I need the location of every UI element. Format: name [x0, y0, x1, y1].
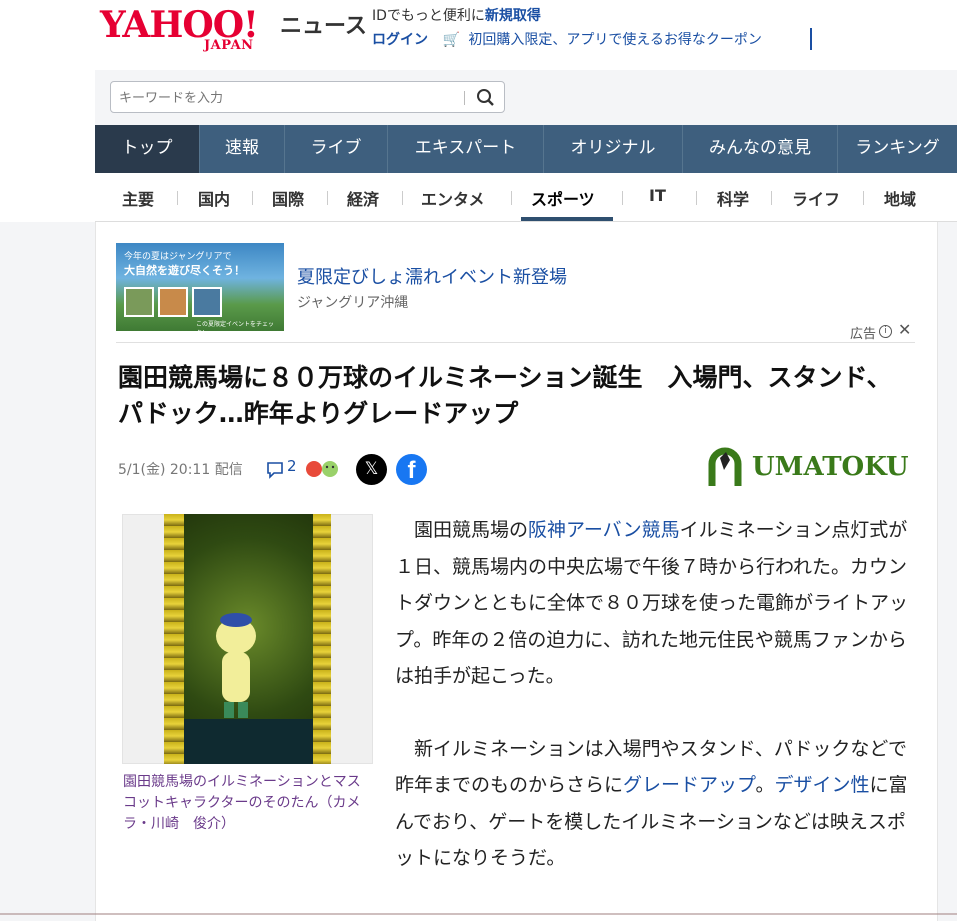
- cat-divider: [696, 191, 697, 205]
- search-bar-area: [95, 70, 957, 125]
- site-header: YAHOO! JAPAN ニュース IDでもっと便利に新規取得 ログイン 🛒 初…: [0, 0, 957, 70]
- ad-label: 広告: [850, 327, 877, 342]
- search-icon: [477, 89, 494, 106]
- search-input[interactable]: [117, 86, 461, 110]
- ad-image-text-1: 今年の夏はジャングリアで: [124, 252, 232, 262]
- main-nav: トップ 速報 ライブ エキスパート オリジナル みんなの意見 ランキング: [95, 125, 957, 173]
- reaction-icons[interactable]: [304, 457, 344, 481]
- category-nav: 主要 国内 国際 経済 エンタメ スポーツ IT 科学 ライフ 地域: [95, 173, 957, 222]
- active-tab-underline: [521, 217, 613, 221]
- ad-sponsor: ジャングリア沖縄: [297, 295, 409, 311]
- ad-photo-thumb: [158, 287, 188, 317]
- cat-divider: [252, 191, 253, 205]
- nav-expert[interactable]: エキスパート: [388, 125, 544, 173]
- illumination-right: [313, 514, 331, 764]
- ad-photo-thumb: [124, 287, 154, 317]
- news-service-name[interactable]: ニュース: [280, 8, 367, 40]
- ad-image-text-2: 大自然を遊び尽くそう！: [124, 264, 245, 277]
- cat-science[interactable]: 科学: [717, 186, 749, 210]
- cat-divider: [511, 191, 512, 205]
- search-button[interactable]: [471, 84, 501, 110]
- cart-icon: 🛒: [442, 32, 460, 48]
- horseshoe-icon: [708, 447, 742, 486]
- ad-title-link[interactable]: 夏限定びしょ濡れイベント新登場: [297, 263, 567, 289]
- source-logo[interactable]: UMATOKU: [702, 446, 917, 492]
- login-line: ログイン 🛒 初回購入限定、アプリで使えるお得なクーポン: [372, 29, 762, 49]
- nav-ranking[interactable]: ランキング: [838, 125, 957, 173]
- paragraph-2: 新イルミネーションは入場門やスタンド、パドックなどで昨年までのものからさらにグレ…: [395, 731, 917, 877]
- paragraph-1: 園田競馬場の阪神アーバン競馬イルミネーション点灯式が１日、競馬場内の中央広場で午…: [395, 512, 917, 695]
- login-link[interactable]: ログイン: [372, 32, 428, 48]
- article-photo[interactable]: [164, 514, 331, 764]
- comment-icon[interactable]: [265, 457, 287, 481]
- info-icon[interactable]: i: [879, 325, 892, 338]
- illumination-left: [164, 514, 184, 764]
- nav-live[interactable]: ライブ: [285, 125, 388, 173]
- nav-breaking[interactable]: 速報: [200, 125, 285, 173]
- photo-caption[interactable]: 園田競馬場のイルミネーションとマスコットキャラクターのそのたん（カメラ・川崎 俊…: [123, 772, 373, 835]
- text-run: イルミネーション点灯式が１日、競馬場内の中央広場で午後７時から行われた。カウント…: [395, 519, 909, 687]
- register-link[interactable]: 新規取得: [485, 8, 541, 24]
- window-edge: [0, 913, 957, 915]
- ad-divider: [116, 342, 915, 343]
- facebook-share-icon[interactable]: f: [396, 454, 427, 485]
- cat-international[interactable]: 国際: [272, 186, 304, 210]
- ad-image[interactable]: 今年の夏はジャングリアで 大自然を遊び尽くそう！ この夏限定イベントをチェック！: [116, 243, 284, 331]
- cat-divider: [327, 191, 328, 205]
- cat-divider: [177, 191, 178, 205]
- cat-main[interactable]: 主要: [122, 186, 154, 210]
- cat-domestic[interactable]: 国内: [198, 186, 230, 210]
- text-run: 。: [755, 774, 775, 796]
- left-gutter: [0, 222, 95, 921]
- nav-top[interactable]: トップ: [95, 125, 200, 173]
- publish-date: 5/1(金) 20:11 配信: [118, 462, 243, 478]
- cat-region[interactable]: 地域: [884, 186, 916, 210]
- cat-sports[interactable]: スポーツ: [531, 186, 595, 210]
- comment-count[interactable]: 2: [287, 457, 297, 475]
- article-body: 園田競馬場の阪神アーバン競馬イルミネーション点灯式が１日、競馬場内の中央広場で午…: [395, 512, 917, 913]
- id-promo: IDでもっと便利に新規取得: [372, 5, 541, 25]
- ad-image-footer: この夏限定イベントをチェック！: [196, 321, 275, 331]
- nav-original[interactable]: オリジナル: [544, 125, 683, 173]
- x-share-icon[interactable]: 𝕏: [356, 454, 387, 485]
- keyword-link[interactable]: グレードアップ: [623, 774, 755, 796]
- coupon-link[interactable]: 初回購入限定、アプリで使えるお得なクーポン: [468, 32, 762, 48]
- article-title: 園田競馬場に８０万球のイルミネーション誕生 入場門、スタンド、パドック…昨年より…: [118, 363, 892, 428]
- keyword-link[interactable]: デザイン性: [774, 774, 869, 796]
- search-box: [110, 81, 505, 113]
- right-gutter: [938, 222, 957, 921]
- cat-life[interactable]: ライフ: [792, 186, 840, 210]
- ad-photo-thumb: [192, 287, 222, 317]
- id-promo-text: IDでもっと便利に: [372, 8, 485, 24]
- cat-divider: [771, 191, 772, 205]
- yahoo-japan-logo[interactable]: YAHOO! JAPAN: [100, 4, 272, 53]
- cat-divider: [402, 191, 403, 205]
- source-name: UMATOKU: [752, 452, 909, 482]
- cat-economy[interactable]: 経済: [347, 186, 379, 210]
- keyword-link[interactable]: 阪神アーバン競馬: [528, 519, 680, 541]
- mascot-figure: [216, 613, 256, 718]
- nav-opinion[interactable]: みんなの意見: [683, 125, 838, 173]
- cat-divider: [622, 191, 623, 205]
- text-run: 園田競馬場の: [414, 519, 529, 541]
- logo-japan: JAPAN: [204, 38, 254, 53]
- cat-it[interactable]: IT: [649, 186, 666, 205]
- search-divider: [464, 91, 465, 105]
- close-icon[interactable]: ✕: [898, 320, 911, 339]
- text-caret: [810, 28, 812, 50]
- cat-divider: [863, 191, 864, 205]
- cat-entertainment[interactable]: エンタメ: [421, 186, 485, 210]
